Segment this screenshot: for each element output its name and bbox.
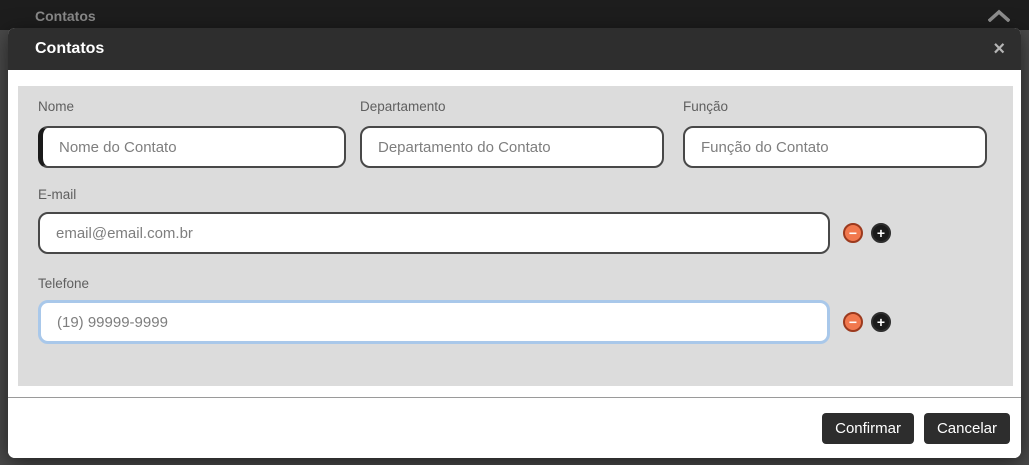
add-telefone-button[interactable]: + (871, 312, 891, 332)
add-email-button[interactable]: + (871, 223, 891, 243)
modal-title: Contatos (35, 40, 104, 58)
background-section-title: Contatos (35, 8, 96, 24)
nome-input[interactable] (38, 126, 346, 168)
remove-telefone-button[interactable]: − (843, 312, 863, 332)
departamento-input[interactable] (360, 126, 664, 168)
confirm-button[interactable]: Confirmar (822, 413, 914, 444)
funcao-input[interactable] (683, 126, 987, 168)
funcao-label: Função (683, 99, 728, 114)
modal-header: Contatos × (8, 28, 1021, 70)
close-icon[interactable]: × (993, 39, 1005, 59)
plus-icon: + (877, 315, 885, 329)
departamento-label: Departamento (360, 99, 446, 114)
remove-email-button[interactable]: − (843, 223, 863, 243)
minus-icon: − (849, 315, 857, 329)
contacts-modal: Contatos × Nome Departamento Função E-ma… (8, 28, 1021, 458)
chevron-up-icon[interactable] (988, 9, 1010, 22)
email-label: E-mail (38, 187, 76, 202)
nome-label: Nome (38, 99, 74, 114)
modal-footer: Confirmar Cancelar (8, 397, 1021, 458)
contact-form-panel: Nome Departamento Função E-mail − + Tele… (18, 86, 1013, 386)
telefone-label: Telefone (38, 276, 89, 291)
minus-icon: − (849, 226, 857, 240)
telefone-input[interactable] (38, 300, 830, 344)
plus-icon: + (877, 226, 885, 240)
background-section-header: Contatos (0, 0, 1029, 30)
email-input[interactable] (38, 212, 830, 254)
cancel-button[interactable]: Cancelar (924, 413, 1010, 444)
